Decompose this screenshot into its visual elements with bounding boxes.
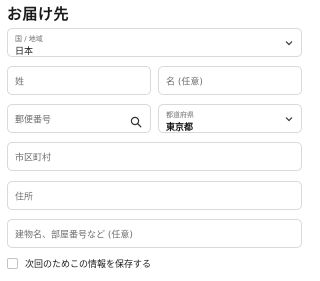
- address-placeholder: 住所: [15, 192, 34, 202]
- postal-code-placeholder: 郵便番号: [15, 115, 52, 125]
- building-placeholder: 建物名、部屋番号など (任意): [15, 230, 133, 240]
- country-value: 日本: [15, 47, 34, 57]
- search-icon[interactable]: [130, 113, 142, 127]
- building-field[interactable]: 建物名、部屋番号など (任意): [7, 219, 302, 248]
- prefecture-select[interactable]: 都道府県 東京都: [158, 104, 302, 133]
- address-field[interactable]: 住所: [7, 181, 302, 210]
- postal-code-field[interactable]: 郵便番号: [7, 104, 151, 133]
- first-name-placeholder: 名 (任意): [166, 77, 203, 87]
- chevron-down-icon: [284, 38, 293, 47]
- save-info-row[interactable]: 次回のためこの情報を保存する: [7, 257, 151, 270]
- first-name-field[interactable]: 名 (任意): [158, 66, 302, 95]
- last-name-placeholder: 姓: [15, 77, 25, 87]
- save-info-checkbox[interactable]: [7, 258, 18, 269]
- prefecture-value: 東京都: [166, 123, 194, 133]
- city-field[interactable]: 市区町村: [7, 142, 302, 171]
- last-name-field[interactable]: 姓: [7, 66, 151, 95]
- chevron-down-icon: [284, 114, 293, 123]
- save-info-label[interactable]: 次回のためこの情報を保存する: [25, 257, 151, 270]
- country-select[interactable]: 国 / 地域 日本: [7, 28, 302, 57]
- city-placeholder: 市区町村: [15, 153, 52, 163]
- country-label: 国 / 地域: [15, 35, 43, 43]
- section-title: お届け先: [7, 5, 70, 23]
- prefecture-label: 都道府県: [166, 111, 194, 119]
